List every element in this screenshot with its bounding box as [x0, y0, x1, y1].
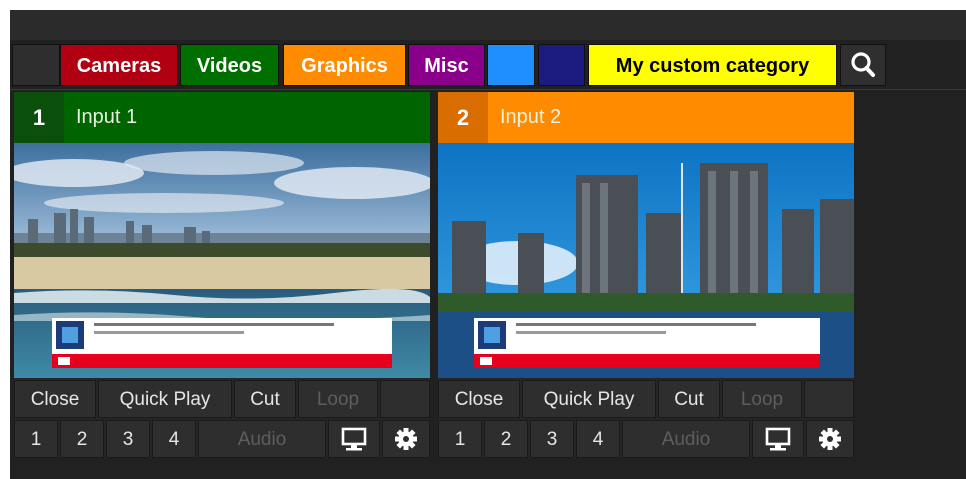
input-1-audio-button[interactable]: Audio: [198, 420, 326, 458]
input-1-spare-button[interactable]: [380, 380, 430, 418]
category-tab-all[interactable]: [12, 44, 60, 86]
input-1-overlay-1-button[interactable]: 1: [14, 420, 58, 458]
input-1-settings-button[interactable]: [382, 420, 430, 458]
input-2-header[interactable]: 2 Input 2: [438, 92, 854, 143]
category-tab-bar: Cameras Videos Graphics Misc My custom c…: [10, 44, 966, 90]
input-1-overlay-3-button[interactable]: 3: [106, 420, 150, 458]
monitor-icon: [341, 427, 367, 451]
input-panel-2: 2 Input 2 Close Quick Play Cut Loop 1 2 …: [438, 92, 854, 458]
input-2-quick-play-button[interactable]: Quick Play: [522, 380, 656, 418]
input-1-quick-play-button[interactable]: Quick Play: [98, 380, 232, 418]
input-2-spare-button[interactable]: [804, 380, 854, 418]
input-1-close-button[interactable]: Close: [14, 380, 96, 418]
beach-preview-image: [14, 143, 430, 378]
input-1-number: 1: [14, 92, 64, 143]
gear-icon: [819, 428, 841, 450]
search-icon: [851, 52, 875, 77]
input-2-loop-button[interactable]: Loop: [722, 380, 802, 418]
input-1-title: Input 1: [76, 106, 138, 128]
category-tab-graphics[interactable]: Graphics: [283, 44, 406, 86]
vmix-input-area: Cameras Videos Graphics Misc My custom c…: [10, 10, 966, 479]
input-2-overlay-4-button[interactable]: 4: [576, 420, 620, 458]
input-2-overlay-3-button[interactable]: 3: [530, 420, 574, 458]
category-tab-videos[interactable]: Videos: [180, 44, 279, 86]
category-tab-my-custom-category[interactable]: My custom category: [588, 44, 837, 86]
input-2-settings-button[interactable]: [806, 420, 854, 458]
input-panel-1: 1 Input 1 Close Quick Play Cut Loop 1 2 …: [14, 92, 430, 458]
top-band: [10, 10, 966, 40]
category-tab-blue[interactable]: [487, 44, 535, 86]
input-1-monitor-button[interactable]: [328, 420, 380, 458]
tab-divider: [10, 89, 966, 90]
category-tab-navy[interactable]: [538, 44, 585, 86]
input-2-cut-button[interactable]: Cut: [658, 380, 720, 418]
input-1-preview[interactable]: [14, 143, 430, 378]
input-1-header[interactable]: 1 Input 1: [14, 92, 430, 143]
input-2-button-row-1: Close Quick Play Cut Loop: [438, 380, 854, 418]
search-button[interactable]: [840, 44, 886, 86]
input-1-overlay-2-button[interactable]: 2: [60, 420, 104, 458]
input-1-button-row-1: Close Quick Play Cut Loop: [14, 380, 430, 418]
input-2-button-row-2: 1 2 3 4 Audio: [438, 420, 854, 458]
category-tab-misc[interactable]: Misc: [408, 44, 485, 86]
input-2-title: Input 2: [500, 106, 562, 128]
input-2-close-button[interactable]: Close: [438, 380, 520, 418]
input-2-overlay-1-button[interactable]: 1: [438, 420, 482, 458]
input-1-overlay-4-button[interactable]: 4: [152, 420, 196, 458]
input-2-preview[interactable]: [438, 143, 854, 378]
city-preview-image: [438, 143, 854, 378]
category-tab-cameras[interactable]: Cameras: [60, 44, 178, 86]
gear-icon: [395, 428, 417, 450]
input-2-audio-button[interactable]: Audio: [622, 420, 750, 458]
input-2-overlay-2-button[interactable]: 2: [484, 420, 528, 458]
input-1-cut-button[interactable]: Cut: [234, 380, 296, 418]
input-1-button-row-2: 1 2 3 4 Audio: [14, 420, 430, 458]
input-1-loop-button[interactable]: Loop: [298, 380, 378, 418]
monitor-icon: [765, 427, 791, 451]
input-2-number: 2: [438, 92, 488, 143]
input-2-monitor-button[interactable]: [752, 420, 804, 458]
